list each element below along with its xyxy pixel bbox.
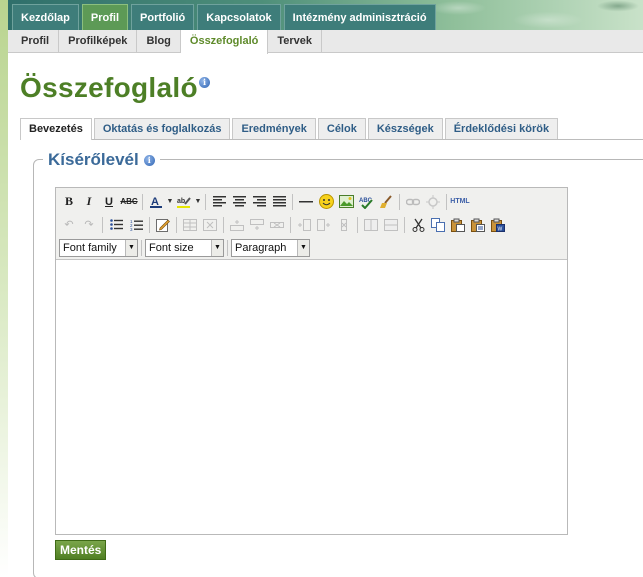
- italic-icon[interactable]: I: [79, 192, 99, 212]
- topnav-contacts[interactable]: Kapcsolatok: [197, 4, 281, 30]
- subnav-profile[interactable]: Profil: [12, 30, 60, 52]
- col-delete-icon[interactable]: [334, 215, 354, 235]
- paste-text-icon[interactable]: [468, 215, 488, 235]
- unlink-icon[interactable]: [423, 192, 443, 212]
- bold-icon[interactable]: B: [59, 192, 79, 212]
- row-before-icon[interactable]: [227, 215, 247, 235]
- emoticon-icon[interactable]: [316, 192, 336, 212]
- sub-navigation: Profil Profilképek Blog Összefoglaló Ter…: [8, 30, 643, 54]
- topnav-portfolio[interactable]: Portfolió: [131, 4, 195, 30]
- tab-interests[interactable]: Érdeklődési körök: [444, 118, 559, 139]
- link-icon[interactable]: [403, 192, 423, 212]
- top-navigation: Kezdőlap Profil Portfolió Kapcsolatok In…: [8, 0, 643, 30]
- html-source-icon[interactable]: HTML: [450, 192, 470, 212]
- undo-icon[interactable]: ↶: [59, 215, 79, 235]
- paragraph-format-select[interactable]: Paragraph ▼: [231, 238, 310, 257]
- align-center-icon[interactable]: [229, 192, 249, 212]
- horizontal-rule-icon[interactable]: [296, 192, 316, 212]
- align-left-icon[interactable]: [209, 192, 229, 212]
- bullet-list-icon[interactable]: [106, 215, 126, 235]
- chevron-down-icon: ▼: [125, 239, 137, 256]
- tab-achievements[interactable]: Eredmények: [232, 118, 316, 139]
- cleanup-icon[interactable]: [376, 192, 396, 212]
- strikethrough-icon[interactable]: ABC: [119, 192, 139, 212]
- subnav-profile-pictures[interactable]: Profilképek: [59, 30, 138, 52]
- paste-icon[interactable]: [448, 215, 468, 235]
- info-icon[interactable]: i: [143, 154, 155, 166]
- rich-text-editor: B I U ABC A ▼ ab ▼ ABC HTML ↶ ↷ 1 2 3 W …: [55, 187, 568, 535]
- editor-toolbar: B I U ABC A ▼ ab ▼ ABC HTML ↶ ↷ 1 2 3 W …: [56, 188, 567, 260]
- paste-word-icon[interactable]: W: [488, 215, 508, 235]
- subnav-blog[interactable]: Blog: [137, 30, 181, 52]
- edit-icon[interactable]: [153, 215, 173, 235]
- font-size-select[interactable]: Font size ▼: [145, 238, 224, 257]
- svg-text:ab: ab: [177, 198, 185, 205]
- topnav-profile[interactable]: Profil: [81, 4, 129, 30]
- svg-text:W: W: [498, 226, 503, 232]
- text-color-icon[interactable]: A: [146, 192, 166, 212]
- copy-icon[interactable]: [428, 215, 448, 235]
- topnav-home[interactable]: Kezdőlap: [12, 4, 79, 30]
- chevron-down-icon[interactable]: ▼: [194, 198, 202, 205]
- row-after-icon[interactable]: [247, 215, 267, 235]
- col-after-icon[interactable]: [314, 215, 334, 235]
- editor-content-area[interactable]: [56, 260, 567, 534]
- chevron-down-icon[interactable]: ▼: [166, 198, 174, 205]
- cut-icon[interactable]: [408, 215, 428, 235]
- align-justify-icon[interactable]: [269, 192, 289, 212]
- redo-icon[interactable]: ↷: [79, 215, 99, 235]
- svg-text:3: 3: [130, 227, 133, 231]
- align-right-icon[interactable]: [249, 192, 269, 212]
- chevron-down-icon: ▼: [297, 239, 309, 256]
- chevron-down-icon: ▼: [211, 239, 223, 256]
- left-decor-strip: [0, 0, 8, 577]
- subnav-plans[interactable]: Tervek: [268, 30, 323, 52]
- merge-cells-icon[interactable]: [381, 215, 401, 235]
- section-legend: Kísérőlevél i: [43, 150, 160, 170]
- page-title: Összefoglaló: [20, 72, 198, 103]
- font-family-value: Font family: [63, 241, 117, 254]
- numbered-list-icon[interactable]: 123: [126, 215, 146, 235]
- col-before-icon[interactable]: [294, 215, 314, 235]
- tab-education-employment[interactable]: Oktatás és foglalkozás: [93, 118, 231, 139]
- section-legend-text: Kísérőlevél: [48, 150, 139, 169]
- tab-goals[interactable]: Célok: [317, 118, 366, 139]
- save-button[interactable]: Mentés: [55, 540, 107, 560]
- paragraph-format-value: Paragraph: [235, 241, 287, 254]
- split-cells-icon[interactable]: [361, 215, 381, 235]
- spellcheck-icon[interactable]: ABC: [356, 192, 376, 212]
- tab-skills[interactable]: Készségek: [367, 118, 443, 139]
- content-tabs: Bevezetés Oktatás és foglalkozás Eredmén…: [20, 118, 643, 140]
- info-icon[interactable]: i: [199, 77, 210, 88]
- image-icon[interactable]: [336, 192, 356, 212]
- topnav-institution-admin[interactable]: Intézmény adminisztráció: [283, 4, 436, 30]
- subnav-summary[interactable]: Összefoglaló: [180, 30, 269, 54]
- underline-icon[interactable]: U: [99, 192, 119, 212]
- row-delete-icon[interactable]: [267, 215, 287, 235]
- table-insert-icon[interactable]: [180, 215, 200, 235]
- tab-introduction[interactable]: Bevezetés: [20, 118, 92, 140]
- highlight-color-icon[interactable]: ab: [174, 192, 194, 212]
- table-delete-icon[interactable]: [200, 215, 220, 235]
- font-family-select[interactable]: Font family ▼: [59, 238, 138, 257]
- font-size-value: Font size: [149, 241, 194, 254]
